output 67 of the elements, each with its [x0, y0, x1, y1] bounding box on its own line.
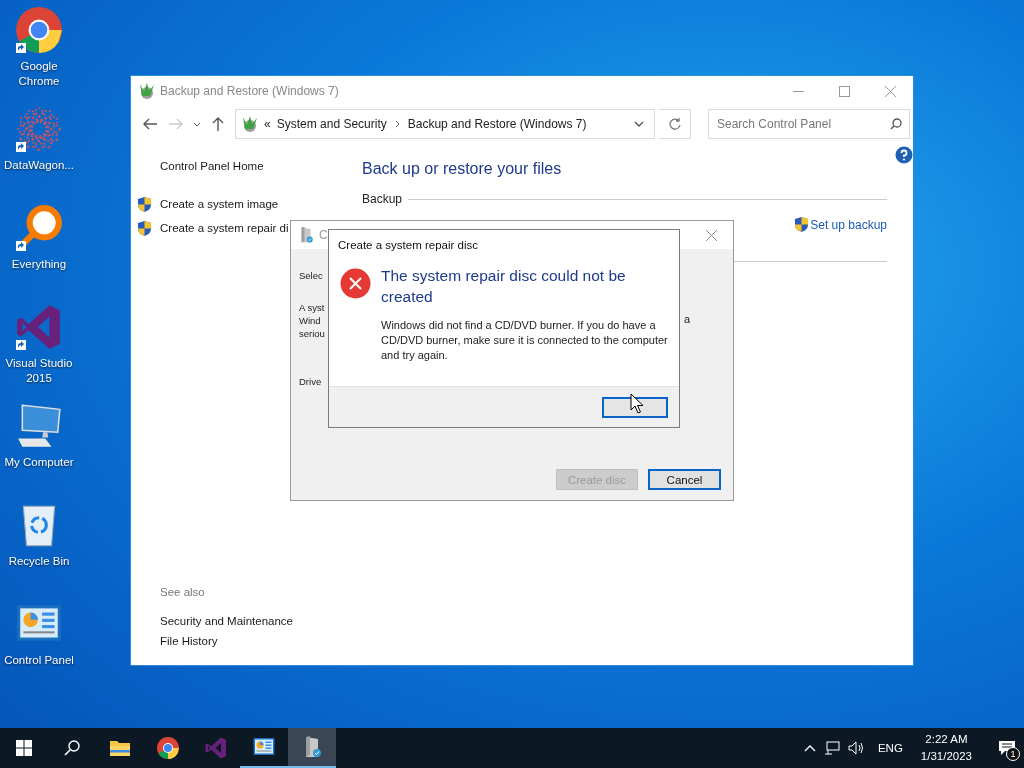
desktop-icon-label[interactable]: Visual Studio 2015	[0, 356, 78, 386]
date: 1/31/2023	[920, 749, 972, 764]
sidebar-link[interactable]: Control Panel Home	[160, 160, 352, 172]
clock[interactable]: 2:22 AM 1/31/2023	[920, 731, 972, 765]
error-icon	[340, 268, 371, 299]
minimize-icon	[792, 90, 804, 92]
sidebar-link[interactable]: Security and Maintenance	[160, 615, 352, 627]
desktop-icon-label[interactable]: DataWagon...	[4, 158, 74, 173]
shield-icon	[137, 219, 152, 237]
dialog-text: seriou	[299, 327, 325, 340]
shield-icon	[794, 216, 810, 233]
desktop-icon-label[interactable]: Control Panel	[4, 653, 74, 668]
windows-logo-icon	[16, 740, 32, 756]
time: 2:22 AM	[925, 732, 968, 747]
address-bar[interactable]: « System and Security Backup and Restore (Windows 7)	[235, 109, 655, 139]
pattern-icon	[14, 104, 64, 154]
dialog-text: Selec	[299, 269, 323, 282]
page-heading: Back up or restore your files	[362, 160, 563, 178]
search-icon	[890, 118, 902, 130]
breadcrumb[interactable]: Backup and Restore (Windows 7)	[407, 117, 587, 131]
sidebar-link[interactable]: Create a system repair di	[160, 222, 289, 234]
close-icon	[884, 85, 896, 97]
up-arrow-icon	[212, 117, 224, 131]
dialog-text: Wind	[299, 314, 321, 327]
chrome-icon	[156, 736, 180, 760]
sidebar-link[interactable]: Create a system image	[160, 198, 279, 210]
dialog-title: C	[319, 228, 328, 242]
dialog-text: A syst	[299, 301, 325, 314]
language-indicator[interactable]: ENG	[877, 742, 903, 754]
cursor-icon	[630, 393, 644, 415]
chrome-icon	[14, 5, 64, 55]
dialog-title: Create a system repair disc	[337, 238, 479, 251]
action-center-button[interactable]: 1	[990, 728, 1024, 768]
back-arrow-icon	[143, 118, 157, 130]
forward-arrow-icon	[169, 118, 183, 130]
set-up-backup-link[interactable]: Set up backup	[810, 217, 887, 232]
sidebar-link[interactable]: File History	[160, 635, 352, 647]
error-message: Windows did not find a CD/DVD burner. If you do have a CD/DVD burner, make sure it is connected to the computer and try again.	[381, 318, 669, 363]
close-icon	[705, 229, 717, 241]
search-field[interactable]: Search Control Panel	[708, 109, 910, 139]
chevron-down-icon	[193, 121, 201, 127]
refresh-icon	[668, 118, 681, 130]
notification-count: 1	[1006, 747, 1020, 761]
help-icon[interactable]	[895, 146, 913, 164]
dialog-text: Drive	[299, 375, 322, 388]
maximize-icon	[838, 85, 850, 97]
shield-icon	[137, 195, 152, 213]
chevron-right-icon	[394, 120, 400, 128]
visual-studio-icon	[204, 736, 228, 760]
chevron-up-icon[interactable]	[803, 744, 816, 752]
section-heading: Backup	[362, 192, 403, 206]
desktop-icon-label[interactable]: Everything	[11, 257, 67, 272]
dialog-text: a	[684, 313, 691, 325]
speaker-icon[interactable]	[847, 741, 864, 755]
search-icon	[64, 740, 80, 756]
window-title: Backup and Restore (Windows 7)	[160, 84, 340, 98]
breadcrumb[interactable]: System and Security	[276, 117, 387, 131]
see-also-heading: See also	[160, 586, 206, 598]
chevron-down-icon[interactable]	[634, 121, 644, 127]
desktop-icon-label[interactable]: My Computer	[4, 455, 74, 470]
desktop-icon-label[interactable]: Recycle Bin	[8, 554, 70, 569]
desktop-icon-label[interactable]: Google Chrome	[0, 59, 78, 89]
dialog-button[interactable]: Cancel	[648, 469, 721, 490]
network-icon[interactable]	[823, 741, 840, 755]
overflow-chevron[interactable]: «	[264, 117, 271, 131]
error-heading: The system repair disc could not be created	[381, 266, 627, 307]
refresh-button[interactable]	[659, 109, 691, 139]
